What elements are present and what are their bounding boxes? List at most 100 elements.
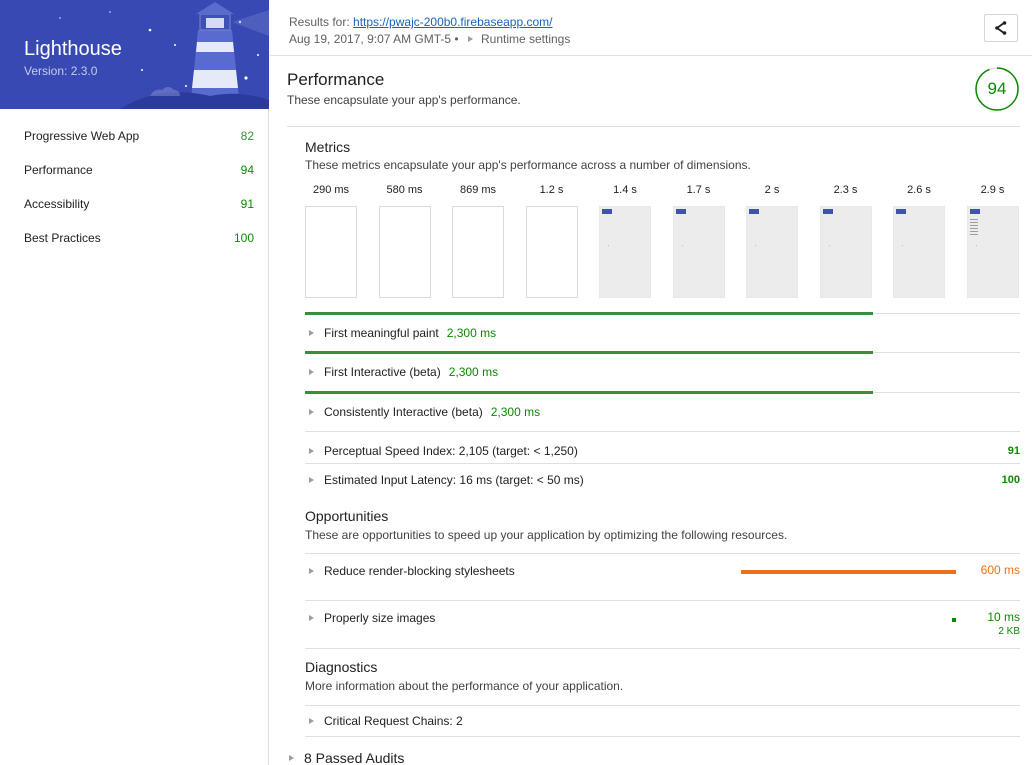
frame-header-chip: [749, 209, 759, 214]
frame-header-chip: [969, 209, 980, 214]
nav-item-score: 100: [233, 231, 254, 245]
passed-audits-label: 8 Passed Audits: [304, 750, 405, 765]
audit-first-interactive[interactable]: First Interactive (beta) 2,300 ms: [305, 352, 1020, 391]
filmstrip-time-label: 2.3 s: [833, 184, 858, 196]
opportunity-sparkline: [952, 618, 956, 622]
audit-value: 2,300 ms: [448, 365, 499, 379]
runtime-settings-toggle[interactable]: Runtime settings: [481, 32, 570, 46]
expand-triangle-icon: [309, 615, 314, 621]
nav-item-accessibility[interactable]: Accessibility 91: [0, 187, 268, 221]
expand-triangle-icon: [309, 448, 314, 454]
metric-progress-bar: [305, 312, 873, 315]
category-title: Performance: [287, 70, 385, 89]
frame-header-chip: [602, 209, 612, 214]
filmstrip-frame: [672, 206, 725, 298]
diagnostics-title: Diagnostics: [305, 648, 1020, 675]
nav-item-label: Performance: [24, 163, 93, 177]
opportunity-label-wrap: Properly size images: [305, 611, 435, 625]
frame-content-dot: [902, 245, 903, 246]
opportunity-render-blocking[interactable]: Reduce render-blocking stylesheets 600 m…: [305, 553, 1020, 600]
metrics-description: These metrics encapsulate your app's per…: [305, 158, 751, 172]
filmstrip-times: 290 ms 580 ms 869 ms 1.2 s 1.4 s 1.7 s 2 s 2.3 …: [305, 184, 1020, 198]
nav-item-score: 82: [240, 129, 254, 143]
results-prefix: Results for:: [289, 15, 354, 29]
expand-triangle-icon: [309, 409, 314, 415]
opportunity-label: Reduce render-blocking stylesheets: [324, 564, 515, 578]
filmstrip-time-label: 1.4 s: [613, 184, 637, 196]
opportunity-label: Properly size images: [324, 611, 436, 625]
frame-content-line: [969, 225, 978, 226]
nav-item-label: Best Practices: [24, 231, 101, 245]
frame-content-line: [969, 234, 978, 235]
audit-label: Estimated Input Latency: 16 ms (target: …: [324, 472, 584, 487]
audit-label: First meaningful paint: [324, 326, 439, 340]
filmstrip-time-label: 2.9 s: [980, 184, 1005, 196]
frame-content-line: [969, 231, 978, 232]
nav-item-score: 94: [240, 163, 254, 177]
opportunities-title: Opportunities: [305, 508, 389, 524]
expand-triangle-icon: [467, 36, 473, 42]
audit-first-meaningful-paint[interactable]: First meaningful paint 2,300 ms: [305, 313, 1020, 352]
diagnostic-critical-request-chains[interactable]: Critical Request Chains: 2: [305, 705, 1020, 737]
report-main: Performance These encapsulate your app's…: [270, 57, 1032, 765]
audit-score: 100: [1001, 473, 1020, 486]
filmstrip-frame: [452, 206, 504, 298]
tested-url-link[interactable]: https://pwajc-200b0.firebaseapp.com/: [353, 15, 552, 29]
meta-line: Aug 19, 2017, 9:07 AM GMT-5 • Runtime se…: [289, 32, 570, 46]
filmstrip-time-label: 2.6 s: [907, 184, 931, 196]
opportunity-properly-size-images[interactable]: Properly size images 10 ms 2 KB: [305, 600, 1020, 647]
audit-value: 2,300 ms: [490, 405, 541, 419]
nav-item-label: Accessibility: [24, 197, 90, 211]
filmstrip-time-label: 1.7 s: [686, 184, 711, 196]
share-button[interactable]: [984, 14, 1018, 42]
opportunity-savings: 10 ms: [987, 610, 1020, 624]
nav-item-score: 91: [240, 197, 254, 211]
app-version: Version: 2.3.0: [24, 64, 98, 78]
opportunity-savings: 600 ms: [980, 563, 1020, 577]
expand-triangle-icon: [309, 568, 314, 574]
frame-content-line: [969, 228, 978, 229]
expand-triangle-icon: [309, 476, 314, 483]
expand-triangle-icon: [309, 369, 314, 375]
audit-label: Perceptual Speed Index: 2,105 (target: <…: [324, 444, 578, 458]
nav-item-pwa[interactable]: Progressive Web App 82: [0, 119, 268, 153]
results-line: Results for: https://pwajc-200b0.firebas…: [289, 15, 552, 29]
frame-content-line: [969, 222, 978, 223]
metrics-title: Metrics: [305, 139, 351, 155]
diagnostics-description: More information about the performance o…: [305, 679, 624, 693]
filmstrip-time-label: 1.2 s: [539, 184, 564, 196]
diagnostic-label: Critical Request Chains: 2: [324, 714, 463, 728]
sidebar: Lighthouse Version: 2.3.0 Progressive We…: [0, 0, 269, 765]
filmstrip-frame: [525, 206, 578, 298]
filmstrip-time-label: 580 ms: [386, 184, 423, 196]
audit-estimated-input-latency[interactable]: Estimated Input Latency: 16 ms (target: …: [305, 463, 1020, 495]
passed-audits-toggle[interactable]: 8 Passed Audits: [287, 750, 404, 765]
frame-content-line: [969, 219, 978, 220]
filmstrip-time-label: 869 ms: [459, 184, 497, 196]
filmstrip-frame: [599, 206, 651, 298]
filmstrip-frame: [893, 206, 945, 298]
nav-item-best-practices[interactable]: Best Practices 100: [0, 221, 268, 255]
audit-consistently-interactive[interactable]: Consistently Interactive (beta) 2,300 ms: [305, 392, 1020, 431]
category-description: These encapsulate your app's performance…: [287, 93, 521, 107]
frame-content-dot: [828, 245, 830, 246]
frame-header-chip: [675, 209, 686, 214]
filmstrip-frame: [378, 206, 431, 298]
run-timestamp: Aug 19, 2017, 9:07 AM GMT-5 •: [289, 32, 459, 46]
filmstrip-frame: [966, 206, 1019, 298]
opportunities-description: These are opportunities to speed up your…: [305, 528, 788, 542]
audit-score: 91: [1007, 445, 1020, 457]
lighthouse-banner: Lighthouse Version: 2.3.0: [0, 0, 269, 109]
filmstrip-frame: [819, 206, 872, 298]
frame-content-dot: [755, 245, 756, 246]
nav-item-label: Progressive Web App: [24, 129, 140, 143]
metric-progress-bar: [305, 351, 873, 354]
metric-progress-bar: [305, 391, 873, 394]
share-icon: [995, 21, 1007, 35]
opportunity-sparkline: [741, 570, 956, 574]
filmstrip-time-label: 290 ms: [312, 184, 350, 196]
frame-header-chip: [896, 209, 906, 214]
opportunity-bytes: 2 KB: [998, 626, 1020, 637]
audit-value: 2,300 ms: [446, 326, 497, 340]
nav-item-performance[interactable]: Performance 94: [0, 153, 268, 187]
